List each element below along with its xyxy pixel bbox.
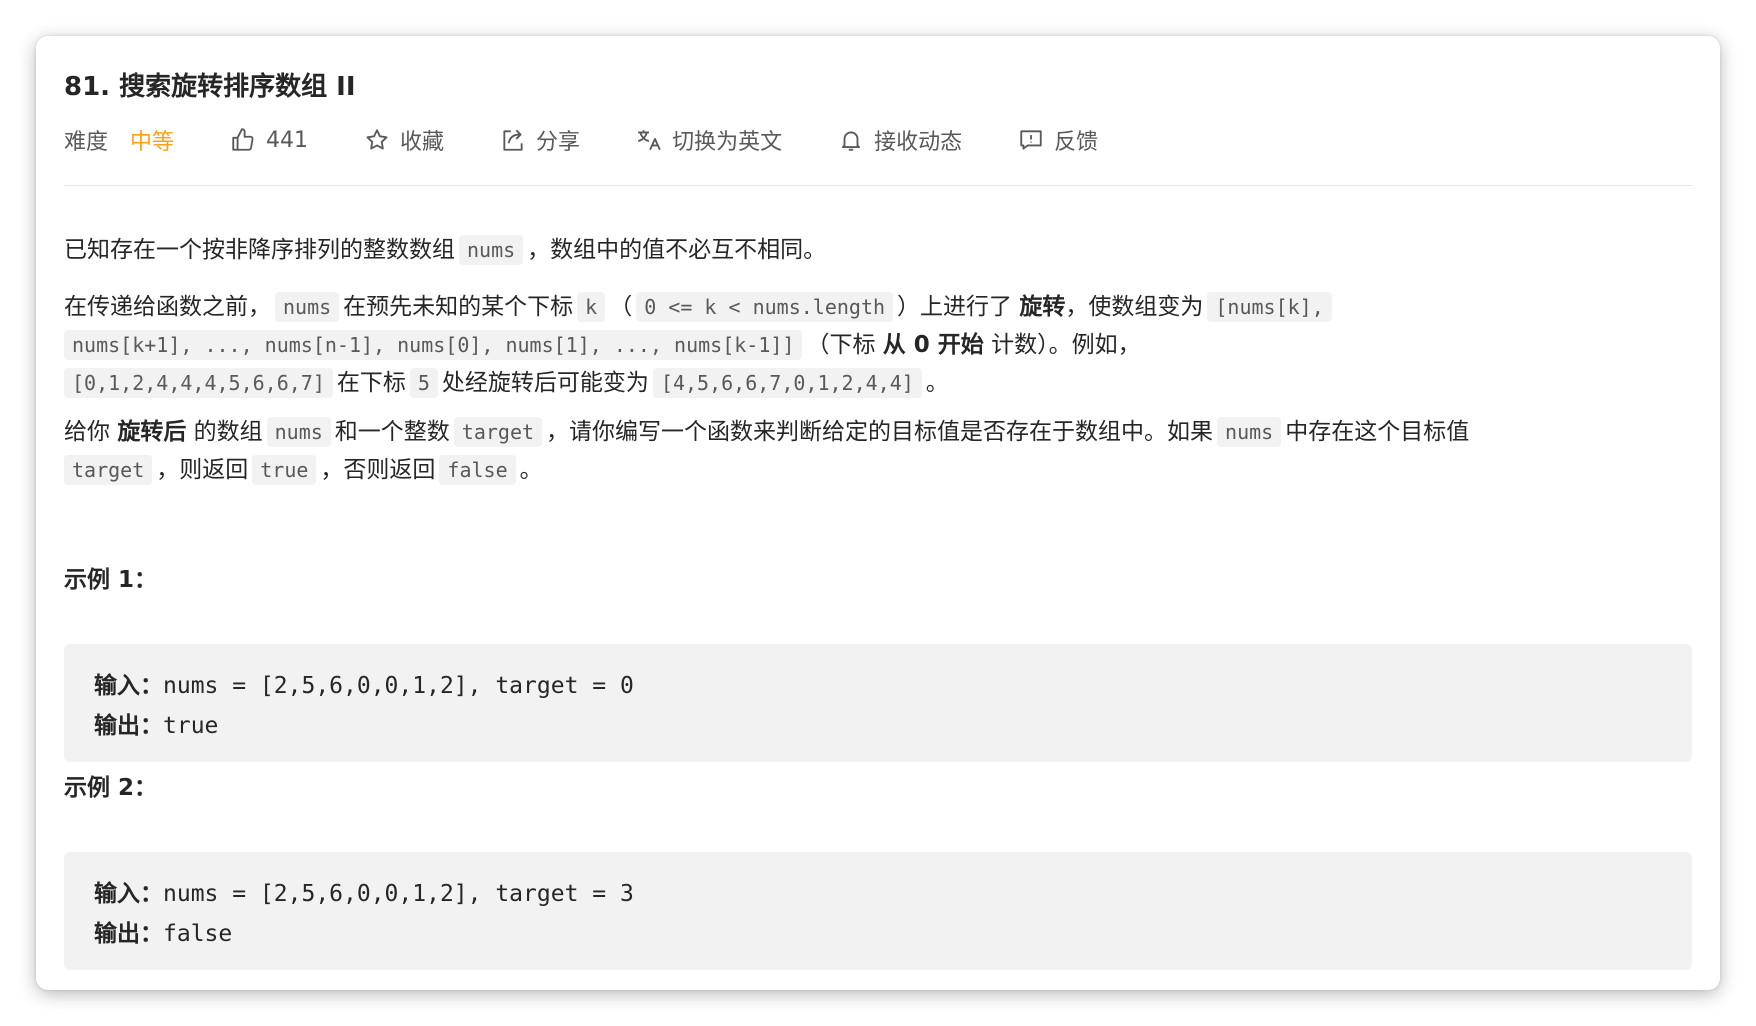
difficulty-value: 中等: [130, 130, 175, 155]
text: ）上进行了: [897, 294, 1013, 320]
share-icon: [503, 129, 523, 151]
text: ，请你编写一个函数来判断给定的目标值是否存在于数组中。如果: [546, 419, 1214, 445]
inline-code: true: [252, 455, 317, 485]
inline-code: nums[k+1], ..., nums[n-1], nums[0], nums…: [64, 330, 803, 360]
difficulty: 难度 中等: [64, 124, 174, 156]
inline-code: target: [64, 455, 153, 485]
share-label: 分享: [536, 130, 581, 155]
like-button[interactable]: 441: [230, 127, 308, 153]
output-label: 输出：: [94, 921, 163, 947]
inline-code: [4,5,6,6,7,0,1,2,4,4]: [652, 368, 922, 398]
text: 。: [925, 370, 949, 396]
like-count: 441: [266, 127, 309, 153]
example-1-box: 输入：nums = [2,5,6,0,0,1,2], target = 0 输出…: [64, 644, 1692, 762]
text: 在传递给函数之前，: [64, 294, 271, 320]
example-1-title: 示例 1：: [64, 567, 158, 593]
subscribe-label: 接收动态: [874, 130, 963, 155]
star-icon: [366, 129, 388, 150]
share-button[interactable]: 分享: [500, 124, 580, 156]
text: 在下标: [336, 370, 406, 396]
bell-icon: [842, 131, 861, 151]
bold-text: 从 0 开始: [882, 332, 984, 358]
input-value: nums = [2,5,6,0,0,1,2], target = 3: [163, 881, 634, 907]
feedback-label: 反馈: [1054, 130, 1099, 155]
text: 处经旋转后可能变为: [441, 370, 649, 396]
switch-language-label: 切换为英文: [672, 130, 783, 155]
inline-code: 5: [409, 368, 438, 398]
text: 的数组: [193, 419, 263, 445]
feedback-icon: [1020, 130, 1042, 150]
translate-icon: [637, 130, 661, 151]
text: ，数组中的值不必互不相同。: [527, 237, 827, 263]
problem-title: 81. 搜索旋转排序数组 II: [64, 72, 356, 102]
inline-code: [0,1,2,4,4,4,5,6,6,7]: [64, 368, 333, 398]
difficulty-label: 难度: [64, 130, 109, 155]
bold-text: 旋转: [1019, 294, 1066, 320]
example-1-output: 输出：true: [94, 706, 218, 740]
description-paragraph-1: 已知存在一个按非降序排列的整数数组 nums ，数组中的值不必互不相同。: [64, 231, 1692, 269]
inline-code: nums: [1217, 417, 1282, 447]
inline-code: 0 <= k < nums.length: [636, 292, 894, 322]
description-paragraph-3: 给你 旋转后 的数组 nums 和一个整数 target ，请你编写一个函数来判断给定的…: [64, 413, 1692, 489]
example-2-input: 输入：nums = [2,5,6,0,0,1,2], target = 3: [94, 874, 634, 908]
input-label: 输入：: [94, 673, 163, 699]
feedback-button[interactable]: 反馈: [1018, 124, 1098, 156]
inline-code: target: [453, 417, 543, 447]
header-divider: [64, 185, 1692, 186]
text: 计数）。例如，: [991, 332, 1141, 358]
text: 给你: [64, 419, 110, 445]
inline-code: k: [577, 292, 606, 322]
bold-text: 旋转后: [117, 419, 187, 445]
switch-language-button[interactable]: 切换为英文: [636, 124, 782, 156]
text: （下标: [806, 332, 876, 358]
output-value: true: [163, 713, 219, 739]
favorite-label: 收藏: [400, 130, 445, 155]
problem-window: 81. 搜索旋转排序数组 II 难度 中等 441 收藏 分享 切换为英文 接收…: [36, 36, 1720, 990]
input-label: 输入：: [94, 881, 163, 907]
text: 在预先未知的某个下标: [343, 294, 574, 320]
text: ，使数组变为: [1065, 294, 1204, 320]
text: 已知存在一个按非降序排列的整数数组: [64, 237, 455, 263]
inline-code: false: [439, 455, 516, 485]
example-2-box: 输入：nums = [2,5,6,0,0,1,2], target = 3 输出…: [64, 852, 1692, 970]
thumbs-up-icon: [232, 128, 254, 151]
example-2-output: 输出：false: [94, 914, 232, 948]
description-paragraph-2: 在传递给函数之前， nums 在预先未知的某个下标 k （0 <= k < nums.l…: [64, 288, 1692, 402]
output-value: false: [163, 921, 233, 947]
text: 中存在这个目标值: [1285, 419, 1470, 445]
text: ，则返回: [156, 457, 249, 483]
favorite-button[interactable]: 收藏: [364, 124, 444, 156]
output-label: 输出：: [94, 713, 163, 739]
problem-toolbar: 难度 中等 441 收藏 分享 切换为英文 接收动态 反馈: [64, 120, 1154, 160]
text: 。: [519, 457, 543, 483]
text: ，否则返回: [320, 457, 436, 483]
input-value: nums = [2,5,6,0,0,1,2], target = 0: [163, 673, 634, 699]
inline-code: nums: [275, 292, 340, 322]
example-2-title: 示例 2：: [64, 775, 158, 801]
text: 和一个整数: [334, 419, 450, 445]
text: （: [609, 294, 633, 320]
subscribe-button[interactable]: 接收动态: [838, 124, 962, 156]
example-1-input: 输入：nums = [2,5,6,0,0,1,2], target = 0: [94, 666, 634, 700]
inline-code: nums: [459, 235, 524, 265]
inline-code: nums: [266, 417, 331, 447]
inline-code: [nums[k],: [1207, 292, 1332, 322]
